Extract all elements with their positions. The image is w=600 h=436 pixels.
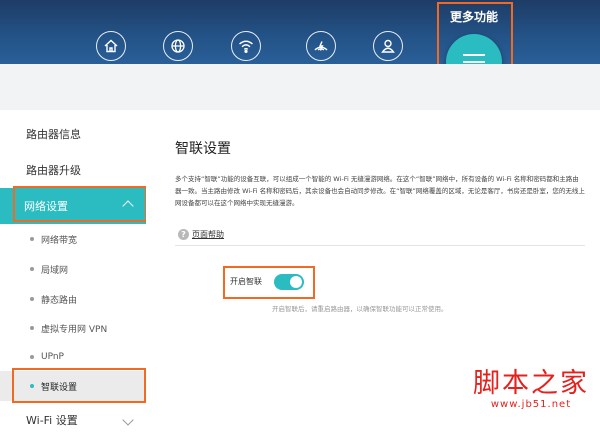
smart-link-hint: 开启智联后，请重启路由器，以确保智联功能可以正常使用。 [272,305,448,313]
globe-icon[interactable] [163,31,193,61]
sidebar-item-router-upgrade[interactable]: 路由器升级 [0,152,146,188]
wifi-icon[interactable] [231,31,261,61]
sidebar-subitem-label: 局域网 [41,265,69,276]
highlight-smart-link [12,368,146,403]
sidebar-subitem-label: 网络带宽 [41,235,78,246]
question-icon: ? [178,229,189,240]
page-title: 智联设置 [175,141,231,157]
help-link[interactable]: ? 页面帮助 [178,229,224,240]
divider [175,245,585,246]
chevron-down-icon [122,414,134,426]
sidebar-subitem-label: UPnP [41,352,64,362]
sidebar-subitem-bandwidth[interactable]: 网络带宽 [0,224,146,254]
sidebar-subitem-vpn[interactable]: 虚拟专用网 VPN [0,313,146,343]
help-link-label: 页面帮助 [192,230,224,239]
sidebar-item-wifi-settings[interactable]: Wi-Fi 设置 [0,404,146,436]
home-icon[interactable] [96,31,126,61]
bullet-icon [30,355,34,359]
sidebar-subitem-static-route[interactable]: 静态路由 [0,284,146,314]
watermark-url: www.jb51.net [490,399,572,410]
user-icon[interactable] [373,31,403,61]
highlight-smart-link-switch [223,266,315,299]
bullet-icon [30,237,34,241]
signal-icon[interactable] [306,31,336,61]
watermark: 脚本之家 www.jb51.net [466,368,596,411]
sidebar-subitem-label: 静态路由 [41,295,78,306]
sidebar-item-router-info[interactable]: 路由器信息 [0,116,146,152]
sidebar-item-label: 路由器升级 [26,164,81,177]
bullet-icon [30,267,34,271]
sidebar-item-label: 路由器信息 [26,128,81,141]
watermark-title: 脚本之家 [473,368,589,399]
page-description: 多个支持“智联”功能的设备互联，可以组成一个智能的 Wi-Fi 无缝漫游网络。在… [175,175,585,207]
sidebar-subitem-lan[interactable]: 局域网 [0,254,146,284]
sidebar-item-label: Wi-Fi 设置 [26,414,78,427]
bullet-icon [30,326,34,330]
bullet-icon [30,297,34,301]
sidebar-subitem-label: 虚拟专用网 VPN [41,324,108,335]
highlight-network-settings [13,186,147,222]
